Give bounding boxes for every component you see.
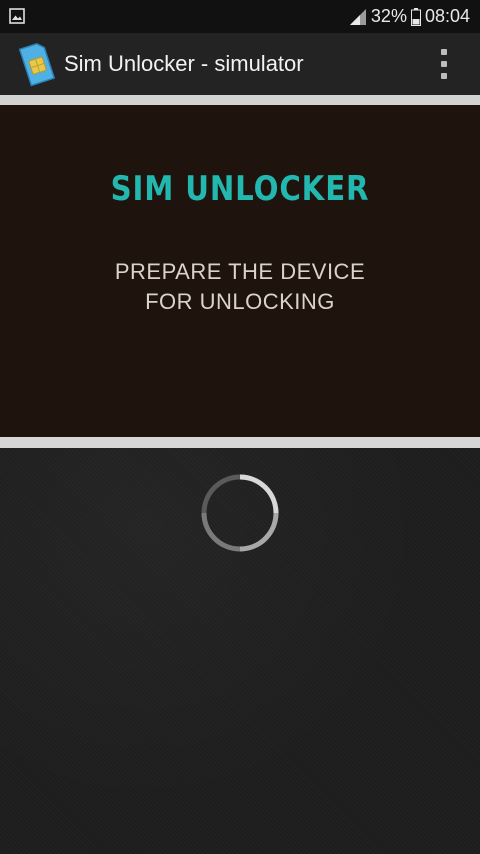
app-screen: 32% 08:04 Sim Unlocker - simulator SIM U… bbox=[0, 0, 480, 854]
message-line-2: FOR UNLOCKING bbox=[145, 289, 335, 314]
bottom-divider bbox=[0, 437, 480, 448]
content-area bbox=[0, 448, 480, 854]
app-bar: Sim Unlocker - simulator bbox=[0, 33, 480, 95]
sim-card-icon[interactable] bbox=[16, 41, 56, 87]
status-indicators: 32% 08:04 bbox=[349, 0, 470, 33]
info-panel: SIM UNLOCKER PREPARE THE DEVICE FOR UNLO… bbox=[0, 105, 480, 437]
clock: 08:04 bbox=[424, 6, 470, 26]
brand-title: SIM UNLOCKER bbox=[110, 169, 370, 209]
top-divider bbox=[0, 95, 480, 105]
battery-icon bbox=[410, 7, 421, 26]
menu-dot bbox=[441, 73, 447, 79]
signal-icon bbox=[349, 8, 366, 25]
menu-dot bbox=[441, 61, 447, 67]
app-title: Sim Unlocker - simulator bbox=[64, 51, 304, 76]
loading-spinner-icon bbox=[201, 474, 279, 552]
image-icon bbox=[9, 8, 25, 24]
menu-dot bbox=[441, 49, 447, 55]
message-line-1: PREPARE THE DEVICE bbox=[114, 259, 366, 284]
status-message: PREPARE THE DEVICE FOR UNLOCKING bbox=[0, 257, 480, 317]
battery-percent: 32% bbox=[370, 6, 407, 26]
overflow-menu-icon[interactable] bbox=[434, 49, 454, 79]
status-bar: 32% 08:04 bbox=[0, 0, 480, 33]
